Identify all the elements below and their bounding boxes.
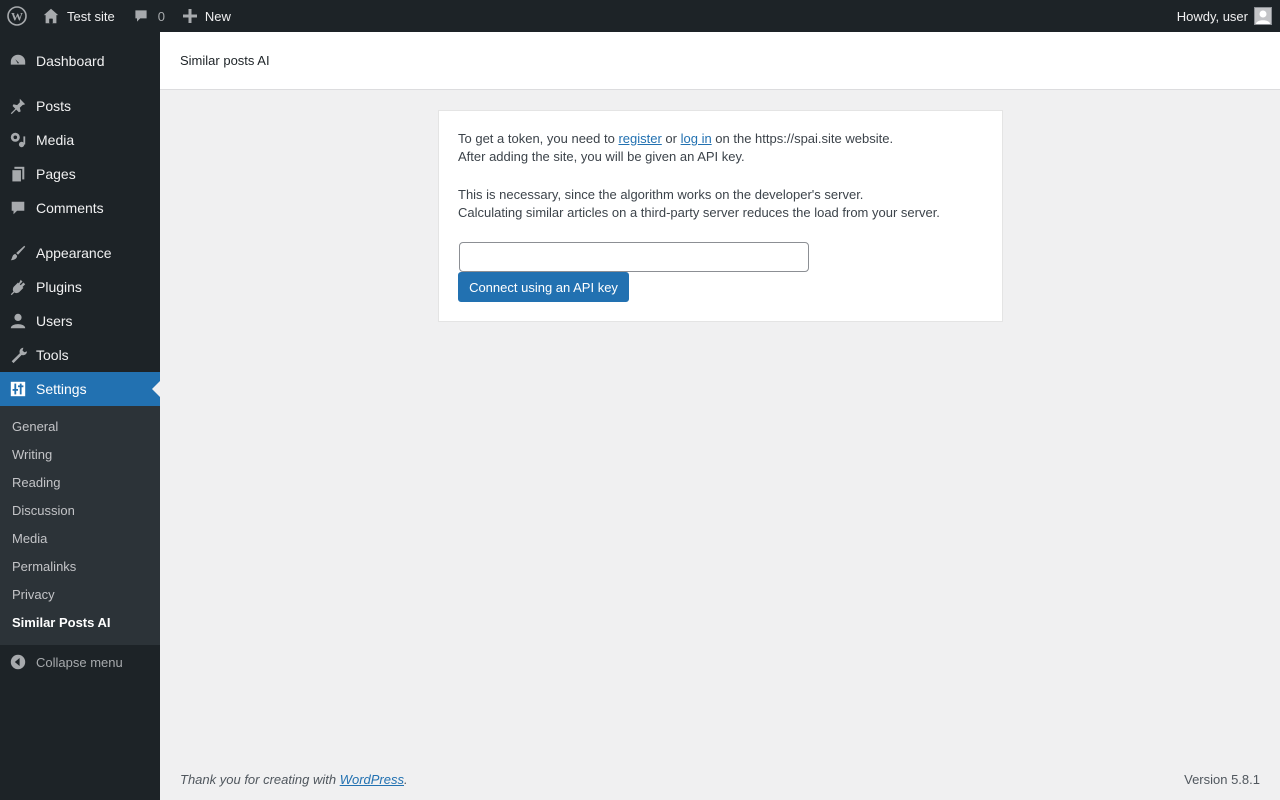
submenu-item-permalinks[interactable]: Permalinks: [12, 559, 76, 574]
login-link[interactable]: log in: [681, 131, 712, 146]
sidebar-item-label: Users: [36, 313, 73, 329]
site-name: Test site: [67, 8, 115, 24]
sidebar-item-media[interactable]: Media: [0, 123, 160, 157]
page-header: Similar posts AI: [160, 32, 1280, 90]
api-key-input[interactable]: [459, 242, 809, 272]
submenu-item-media[interactable]: Media: [12, 531, 47, 546]
api-key-card: To get a token, you need to register or …: [438, 110, 1003, 322]
settings-submenu: General Writing Reading Discussion Media…: [0, 406, 160, 645]
sidebar-item-label: Comments: [36, 200, 104, 216]
wordpress-logo-icon[interactable]: W: [0, 0, 34, 32]
sidebar-item-label: Appearance: [36, 245, 112, 261]
footer-thanks: Thank you for creating with WordPress.: [180, 772, 408, 787]
site-name-link[interactable]: Test site: [34, 0, 123, 32]
submenu-item-privacy[interactable]: Privacy: [12, 587, 55, 602]
pushpin-icon: [0, 89, 36, 123]
sidebar-item-label: Plugins: [36, 279, 82, 295]
comment-icon: [0, 191, 36, 225]
paintbrush-icon: [0, 236, 36, 270]
collapse-menu-button[interactable]: Collapse menu: [0, 645, 160, 679]
sidebar-item-comments[interactable]: Comments: [0, 191, 160, 225]
instructions-text: To get a token, you need to: [458, 131, 619, 146]
register-link[interactable]: register: [618, 131, 661, 146]
sidebar-item-plugins[interactable]: Plugins: [0, 270, 160, 304]
admin-sidebar: Dashboard Posts Media Pages Comments App…: [0, 32, 160, 800]
sidebar-item-settings[interactable]: Settings: [0, 372, 160, 406]
comments-link[interactable]: 0: [123, 0, 173, 32]
token-instructions: To get a token, you need to register or …: [458, 130, 893, 148]
wordpress-link[interactable]: WordPress: [340, 772, 404, 787]
pages-icon: [0, 157, 36, 191]
comment-icon: [135, 10, 147, 22]
submenu-item-writing[interactable]: Writing: [12, 447, 52, 462]
sliders-icon: [0, 372, 36, 406]
submenu-item-discussion[interactable]: Discussion: [12, 503, 75, 518]
wrench-icon: [0, 338, 36, 372]
instructions-or: or: [661, 131, 681, 146]
media-icon: [0, 123, 36, 157]
account-menu[interactable]: Howdy, user: [1177, 0, 1272, 32]
sidebar-item-label: Media: [36, 132, 75, 148]
sidebar-item-appearance[interactable]: Appearance: [0, 236, 160, 270]
new-label: New: [204, 8, 231, 24]
api-key-note: After adding the site, you will be given…: [458, 149, 745, 164]
new-content-link[interactable]: New: [173, 0, 239, 32]
home-icon: [43, 8, 59, 24]
user-icon: [0, 304, 36, 338]
admin-bar: W Test site 0 New Howdy, user: [0, 0, 1280, 32]
sidebar-item-pages[interactable]: Pages: [0, 157, 160, 191]
submenu-item-similar-posts-ai[interactable]: Similar Posts AI: [12, 615, 111, 630]
page-title: Similar posts AI: [180, 53, 270, 68]
sidebar-item-posts[interactable]: Posts: [0, 89, 160, 123]
howdy-text: Howdy, user: [1176, 8, 1248, 24]
sidebar-item-label: Posts: [36, 98, 72, 114]
sidebar-item-label: Tools: [36, 347, 69, 363]
footer-thanks-text: Thank you for creating with: [180, 772, 340, 787]
server-note: This is necessary, since the algorithm w…: [458, 187, 864, 202]
svg-text:W: W: [11, 10, 23, 24]
sidebar-item-label: Pages: [36, 166, 76, 182]
sidebar-item-users[interactable]: Users: [0, 304, 160, 338]
load-note: Calculating similar articles on a third-…: [458, 205, 940, 220]
collapse-arrow-icon: [0, 654, 36, 670]
sidebar-item-label: Settings: [36, 381, 87, 397]
sidebar-item-tools[interactable]: Tools: [0, 338, 160, 372]
version-label: Version 5.8.1: [1184, 772, 1260, 787]
collapse-label: Collapse menu: [36, 654, 123, 670]
submenu-item-reading[interactable]: Reading: [12, 475, 60, 490]
dashboard-icon: [0, 44, 36, 78]
avatar: [1254, 7, 1272, 25]
submenu-item-general[interactable]: General: [12, 419, 58, 434]
comments-count: 0: [157, 8, 165, 24]
footer-period: .: [404, 772, 408, 787]
sidebar-item-dashboard[interactable]: Dashboard: [0, 44, 160, 78]
plus-icon: [182, 9, 197, 23]
instructions-site: on the https://spai.site website.: [711, 131, 894, 146]
plug-icon: [0, 270, 36, 304]
sidebar-item-label: Dashboard: [36, 53, 105, 69]
connect-api-key-button[interactable]: Connect using an API key: [458, 272, 629, 302]
